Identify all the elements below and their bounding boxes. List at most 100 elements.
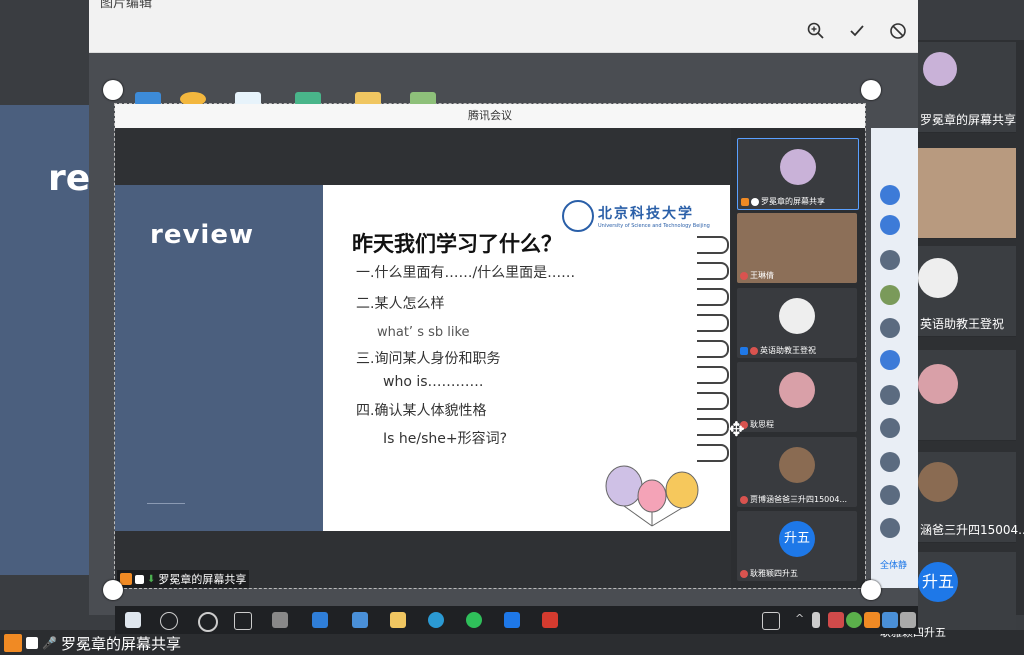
move-cursor-icon: ✥	[728, 417, 745, 441]
slide-line: 一.什么里面有……/什么里面是……	[356, 265, 576, 281]
confirm-button[interactable]	[846, 20, 868, 42]
check-icon	[850, 25, 864, 37]
member-avatar	[880, 318, 900, 338]
mic-muted-icon	[740, 495, 748, 504]
balloons-illustration	[605, 465, 699, 527]
participant-tile[interactable]: 耿思程	[737, 362, 857, 432]
crop-handle-bottom-right[interactable]	[861, 580, 881, 600]
member-avatar	[880, 452, 900, 472]
participant-tile[interactable]: 英语助教王登祝	[737, 288, 857, 358]
tray-app-icon	[900, 612, 916, 628]
editor-title: 图片编辑	[100, 0, 153, 11]
user-icon	[120, 573, 132, 585]
notebook-ring	[697, 314, 729, 332]
university-seal-icon	[562, 200, 594, 232]
crop-handle-top-right[interactable]	[861, 80, 881, 100]
participant-tile[interactable]: 贾博涵爸爸三升四15004...	[737, 437, 857, 507]
screen-share-indicator: 🎤 罗冕章的屏幕共享	[4, 632, 181, 654]
slide-line: 三.询问某人身份和职务	[356, 351, 501, 367]
slide-review-word: review	[150, 220, 254, 250]
slide-line: who is…………	[383, 374, 484, 390]
participant-name: 王琳倩	[750, 271, 774, 280]
task-view-icon	[234, 612, 252, 630]
background-participant-tile[interactable]: 英语助教王登祝	[918, 246, 1016, 337]
windows-start-icon	[125, 612, 141, 628]
participant-name: 英语助教王登祝	[760, 346, 816, 355]
background-participant-tile[interactable]	[918, 148, 1016, 239]
notebook-ring	[697, 340, 729, 358]
participant-avatar	[779, 298, 815, 334]
member-avatar	[880, 250, 900, 270]
university-logo: 北京科技大学 University of Science and Technol…	[562, 200, 710, 232]
tray-app-icon	[864, 612, 880, 628]
notebook-ring	[697, 418, 729, 436]
mic-icon	[751, 197, 759, 206]
tencent-meeting-icon	[504, 612, 520, 628]
screen-share-icon	[135, 574, 144, 584]
cancel-button[interactable]	[887, 20, 909, 42]
mic-icon	[812, 612, 820, 628]
tray-app-icon	[828, 612, 844, 628]
user-icon	[740, 346, 748, 355]
member-avatar	[880, 418, 900, 438]
member-avatar	[880, 485, 900, 505]
mic-muted-icon	[740, 569, 748, 578]
participant-avatar	[779, 447, 815, 483]
participant-tile[interactable]: 升五 耿雅颖四升五	[737, 511, 857, 581]
wps-icon	[542, 612, 558, 628]
member-avatar	[880, 185, 900, 205]
notebook-ring	[697, 236, 729, 254]
zoom-in-button[interactable]	[805, 20, 827, 42]
university-name: 北京科技大学	[598, 206, 694, 222]
member-avatar	[880, 518, 900, 538]
screen-share-label: 罗冕章的屏幕共享	[158, 573, 247, 586]
app-icon	[272, 612, 288, 628]
participant-tile[interactable]: 罗冕章的屏幕共享	[737, 138, 859, 210]
participant-avatar: 升五	[918, 562, 958, 602]
participant-name: 罗冕章的屏幕共享	[920, 113, 1017, 127]
participant-name: 耿思程	[750, 420, 774, 429]
slide-line: 二.某人怎么样	[356, 296, 445, 312]
search-icon	[160, 612, 178, 630]
notebook-ring	[697, 366, 729, 384]
notebook-ring	[697, 392, 729, 410]
participant-name: 耿雅颖四升五	[750, 569, 798, 578]
mute-all-button[interactable]: 全体静	[880, 558, 907, 571]
university-name-en: University of Science and Technology Bei…	[598, 223, 710, 229]
download-icon: ⬇	[147, 573, 156, 585]
participant-name: 涵爸三升四15004...	[920, 523, 1024, 537]
participant-tile[interactable]: 王琳倩	[737, 213, 857, 283]
background-participant-tile[interactable]	[918, 350, 1016, 441]
chevron-up-icon: ^	[795, 612, 805, 625]
background-slide-word: re	[48, 158, 91, 199]
participant-name: 罗冕章的屏幕共享	[761, 197, 825, 206]
background-participant-tile[interactable]: 涵爸三升四15004...	[918, 452, 1024, 543]
participant-avatar: 升五	[779, 521, 815, 557]
member-avatar	[880, 350, 900, 370]
crop-handle-bottom-left[interactable]	[103, 580, 123, 600]
participant-avatar	[780, 149, 816, 185]
captured-app-title: 腾讯会议	[115, 104, 865, 128]
crop-handle-top-left[interactable]	[103, 80, 123, 100]
notebook-ring	[697, 262, 729, 280]
browser-icon	[428, 612, 444, 628]
mic-muted-icon	[740, 271, 748, 280]
wechat-icon	[466, 612, 482, 628]
keyboard-icon	[762, 612, 780, 630]
folder-icon	[390, 612, 406, 628]
mic-muted-icon	[750, 346, 758, 355]
background-participant-tile[interactable]: 罗冕章的屏幕共享	[918, 42, 1016, 133]
edge-icon	[312, 612, 328, 628]
participant-name: 英语助教王登祝	[920, 317, 1005, 331]
member-avatar	[880, 285, 900, 305]
cortana-icon	[198, 612, 218, 632]
zoom-in-icon	[807, 22, 824, 39]
user-icon	[4, 634, 22, 652]
editor-toolbar	[89, 0, 918, 53]
user-icon	[741, 197, 749, 206]
cancel-icon	[890, 23, 906, 39]
screen-share-icon	[26, 637, 38, 649]
mail-icon	[352, 612, 368, 628]
slide-line: what’ s sb like	[377, 325, 470, 340]
slide-line: Is he/she+形容词?	[383, 431, 508, 447]
